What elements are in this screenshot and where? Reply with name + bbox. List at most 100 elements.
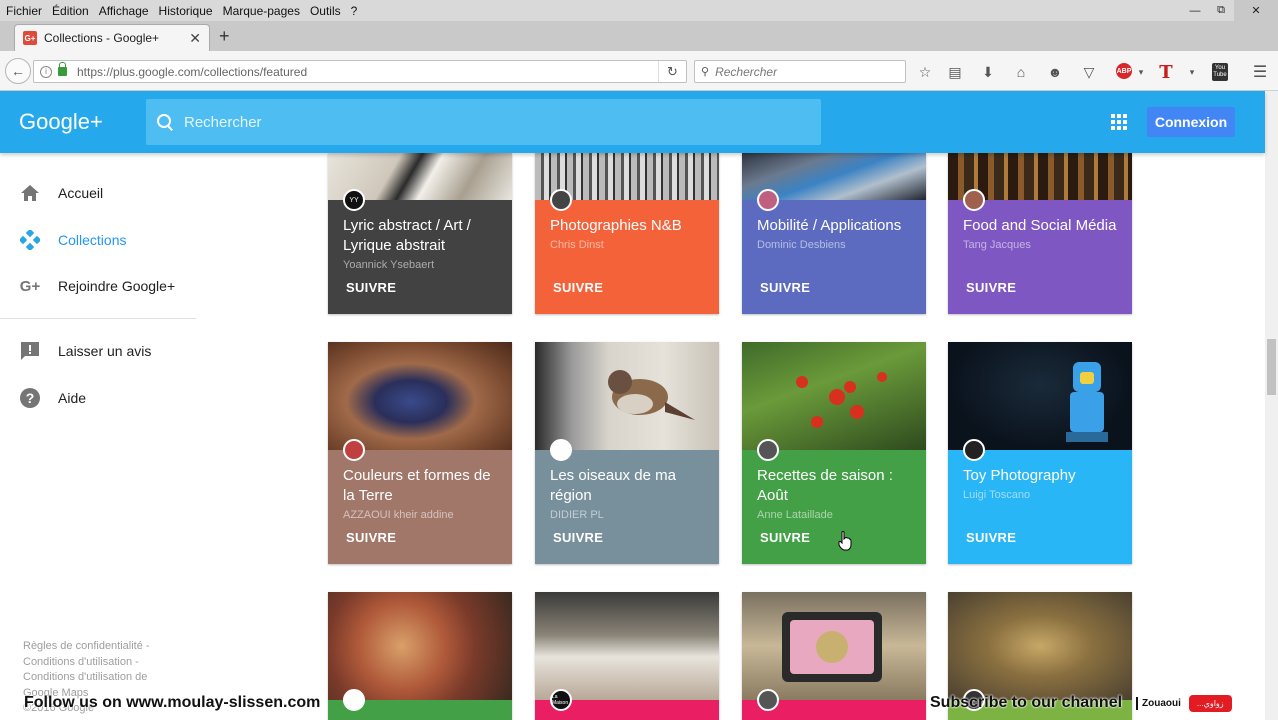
collection-title: Les oiseaux de ma région xyxy=(550,467,676,504)
gplus-search-input[interactable]: Rechercher xyxy=(146,99,821,145)
reload-icon[interactable]: ↻ xyxy=(658,61,686,82)
collection-info: Food and Social Média Tang Jacques SUIVR… xyxy=(948,200,1132,314)
close-window-icon[interactable]: ✕ xyxy=(1234,0,1278,21)
sidebar-item-label: Aide xyxy=(58,390,87,406)
collection-author: Dominic Desbiens xyxy=(757,239,846,251)
chevron-down-icon[interactable]: ▾ xyxy=(1132,63,1150,81)
page-scrollbar[interactable] xyxy=(1265,91,1278,720)
avatar xyxy=(550,189,572,211)
url-bar[interactable]: i https://plus.google.com/collections/fe… xyxy=(33,60,687,83)
apps-grid-icon[interactable] xyxy=(1111,114,1127,130)
avatar xyxy=(963,189,985,211)
follow-button[interactable]: SUIVRE xyxy=(553,530,603,545)
adblock-icon[interactable]: ABP xyxy=(1116,63,1132,79)
star-icon[interactable]: ☆ xyxy=(916,63,934,81)
follow-button[interactable]: SUIVRE xyxy=(966,280,1016,295)
menu-outils[interactable]: Outils xyxy=(306,4,345,18)
chat-icon[interactable]: ☻ xyxy=(1046,63,1064,81)
collection-card[interactable]: Toy Photography Luigi Toscano SUIVRE xyxy=(948,342,1132,564)
menu-help[interactable]: ? xyxy=(347,4,362,18)
collection-author: Anne Lataillade xyxy=(757,509,833,521)
collection-cover-image xyxy=(948,342,1132,450)
avatar xyxy=(757,439,779,461)
avatar xyxy=(757,689,779,711)
collection-card[interactable]: YY Lyric abstract / Art / Lyrique abstra… xyxy=(328,153,512,314)
menu-historique[interactable]: Historique xyxy=(155,4,217,18)
avatar xyxy=(757,189,779,211)
collection-card[interactable]: Food and Social Média Tang Jacques SUIVR… xyxy=(948,153,1132,314)
collection-card[interactable]: La Maison xyxy=(535,592,719,720)
sidebar-item-collections[interactable]: Collections xyxy=(0,220,196,260)
sidebar-item-label: Laisser un avis xyxy=(58,343,152,359)
collection-info: Les oiseaux de ma région DIDIER PL SUIVR… xyxy=(535,450,719,564)
svg-text:?: ? xyxy=(26,390,35,406)
scrollbar-thumb[interactable] xyxy=(1267,339,1276,395)
menu-edition[interactable]: Édition xyxy=(48,4,93,18)
follow-button[interactable]: SUIVRE xyxy=(553,280,603,295)
gplus-favicon-icon: G+ xyxy=(23,31,37,45)
collection-cover-image xyxy=(948,592,1132,700)
collection-card[interactable]: Couleurs et formes de la Terre AZZAOUI k… xyxy=(328,342,512,564)
signin-button[interactable]: Connexion xyxy=(1147,107,1235,137)
download-icon[interactable]: ⬇ xyxy=(979,63,997,81)
follow-button[interactable]: SUIVRE xyxy=(346,280,396,295)
browser-search-input[interactable]: ⚲ Rechercher xyxy=(694,60,906,83)
restore-icon[interactable]: ⧉ xyxy=(1208,0,1234,21)
collection-card[interactable]: Les oiseaux de ma région DIDIER PL SUIVR… xyxy=(535,342,719,564)
minimize-icon[interactable]: — xyxy=(1182,0,1208,21)
new-tab-icon[interactable]: + xyxy=(219,26,230,47)
sidebar-item-avis[interactable]: Laisser un avis xyxy=(0,331,196,371)
gplus-logo[interactable]: Google+ xyxy=(19,109,103,135)
back-arrow-icon[interactable]: ← xyxy=(5,58,31,84)
follow-button[interactable]: SUIVRE xyxy=(346,530,396,545)
sidebar-item-aide[interactable]: ? Aide xyxy=(0,378,196,418)
terms-link[interactable]: Conditions d'utilisation - xyxy=(23,655,150,671)
follow-button[interactable]: SUIVRE xyxy=(966,530,1016,545)
menu-marque-pages[interactable]: Marque-pages xyxy=(219,4,304,18)
pocket-icon[interactable]: ▽ xyxy=(1080,63,1098,81)
follow-button[interactable]: SUIVRE xyxy=(760,280,810,295)
collection-card[interactable] xyxy=(328,592,512,720)
collection-title: Lyric abstract / Art / Lyrique abstrait xyxy=(343,217,471,254)
avatar: La Maison xyxy=(550,689,572,711)
privacy-link[interactable]: Règles de confidentialité - xyxy=(23,639,150,655)
follow-button[interactable]: SUIVRE xyxy=(760,530,810,545)
menu-fichier[interactable]: Fichier xyxy=(2,4,46,18)
reading-list-icon[interactable]: ▤ xyxy=(946,63,964,81)
collection-author: Luigi Toscano xyxy=(963,489,1031,501)
menu-affichage[interactable]: Affichage xyxy=(95,4,153,18)
badge-name: Zouaoui xyxy=(1136,696,1185,710)
menu-bar: Fichier Édition Affichage Historique Mar… xyxy=(0,0,1278,21)
collection-info: Lyric abstract / Art / Lyrique abstrait … xyxy=(328,200,512,314)
hand-cursor-icon xyxy=(838,531,852,551)
collection-cover-image xyxy=(535,342,719,450)
url-text[interactable]: https://plus.google.com/collections/feat… xyxy=(77,65,658,79)
collection-author: Chris Dinst xyxy=(550,239,604,251)
collection-card[interactable]: Mobilité / Applications Dominic Desbiens… xyxy=(742,153,926,314)
youtube-icon[interactable]: You Tube xyxy=(1212,63,1228,81)
sidebar-item-rejoindre[interactable]: G+ Rejoindre Google+ xyxy=(0,266,196,306)
chevron-down-icon[interactable]: ▾ xyxy=(1183,63,1201,81)
feedback-icon xyxy=(19,340,41,362)
sidebar-item-accueil[interactable]: Accueil xyxy=(0,173,196,213)
collection-author: DIDIER PL xyxy=(550,509,604,521)
tab-collections[interactable]: G+ Collections - Google+ ✕ xyxy=(14,24,210,51)
collection-title: Recettes de saison : Août xyxy=(757,467,893,504)
info-icon[interactable]: i xyxy=(40,65,52,78)
collection-card[interactable] xyxy=(742,592,926,720)
maps-terms-link[interactable]: Conditions d'utilisation de xyxy=(23,670,150,686)
hamburger-menu-icon[interactable]: ☰ xyxy=(1251,63,1269,81)
collection-info: Couleurs et formes de la Terre AZZAOUI k… xyxy=(328,450,512,564)
avatar: YY xyxy=(343,189,365,211)
collection-card[interactable]: Photographies N&B Chris Dinst SUIVRE xyxy=(535,153,719,314)
close-tab-icon[interactable]: ✕ xyxy=(189,30,201,47)
avatar xyxy=(343,439,365,461)
collection-title: Mobilité / Applications xyxy=(757,217,902,234)
overlay-follow-text: Follow us on www.moulay-slissen.com xyxy=(24,694,321,711)
home-icon xyxy=(19,182,41,204)
sidebar-item-label: Rejoindre Google+ xyxy=(58,278,176,294)
collection-card[interactable]: Recettes de saison : Août Anne Lataillad… xyxy=(742,342,926,564)
lock-icon[interactable] xyxy=(58,62,67,76)
home-icon[interactable]: ⌂ xyxy=(1012,63,1030,81)
t-extension-icon[interactable]: T xyxy=(1157,62,1175,83)
